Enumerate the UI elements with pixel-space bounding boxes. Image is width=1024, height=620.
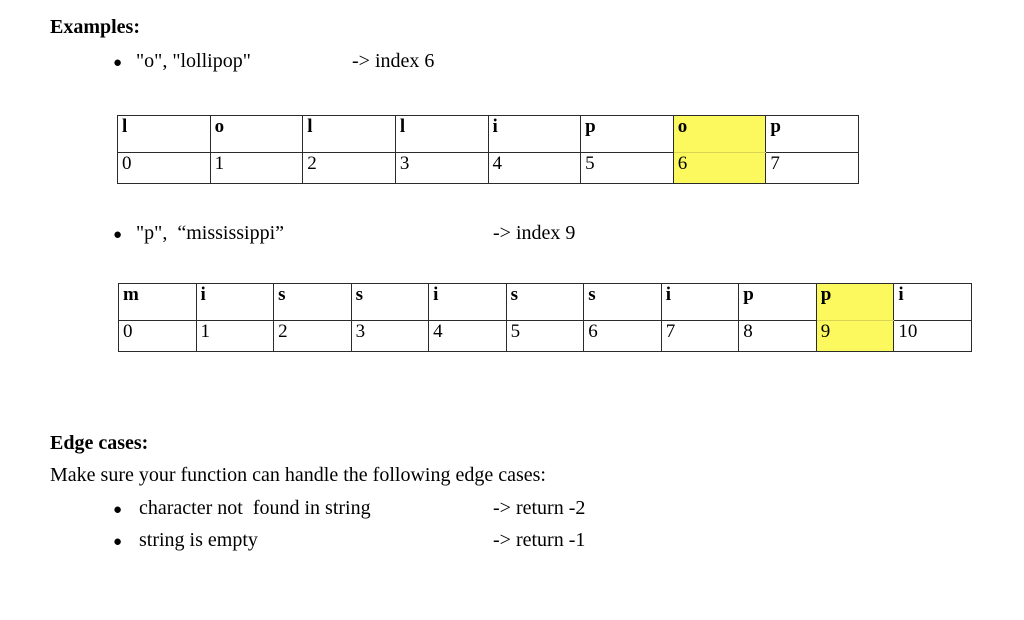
bullet-icon: ● [113,534,123,550]
cell-index-10: 10 [893,320,972,352]
example-bullet-2: ● "p", “mississippi” [113,222,284,246]
cell-letter-4: i [428,283,507,321]
cell-index-7: 7 [660,320,740,352]
cell-letter-1: o [209,115,304,153]
table-row-letters: mississippi [118,283,972,321]
cell-letter-0: l [117,115,211,153]
table-row-indices: 01234567 [117,152,859,184]
cell-letter-8: p [738,283,817,321]
cell-letter-0: m [118,283,197,321]
cell-letter-7: p [765,115,859,153]
cell-letter-4: i [487,115,582,153]
cell-letter-7: i [660,283,740,321]
cell-letter-3: l [394,115,489,153]
cell-index-1: 1 [209,152,304,184]
cell-letter-10: i [893,283,972,321]
example-2-prompt: "p", “mississippi” [136,222,284,244]
examples-heading: Examples: [50,16,140,38]
edge-case-2-result: -> return -1 [493,529,586,551]
cell-index-5: 5 [580,152,674,184]
cell-letter-5: p [580,115,674,153]
mississippi-index-table: mississippi 0 1 2 3 4 5 6 7 8 9 10 [118,283,972,352]
cell-letter-6: o [672,115,767,153]
cell-index-6: 6 [583,320,662,352]
edge-case-bullet-1: ● character not found in string [113,497,371,521]
edge-cases-intro: Make sure your function can handle the f… [50,464,546,486]
edge-case-bullet-2: ● string is empty [113,529,258,553]
cell-letter-6: s [583,283,662,321]
cell-letter-9: p [815,283,895,321]
example-2-result: -> index 9 [493,222,576,244]
cell-index-6: 6 [672,152,767,184]
cell-letter-2: l [302,115,396,153]
cell-index-4: 4 [487,152,582,184]
cell-index-2: 2 [273,320,352,352]
example-1-result: -> index 6 [352,50,435,72]
cell-letter-3: s [350,283,430,321]
cell-index-5: 5 [505,320,585,352]
cell-letter-5: s [505,283,585,321]
cell-index-4: 4 [428,320,507,352]
edge-cases-heading: Edge cases: [50,432,149,454]
edge-case-1-prompt: character not found in string [139,497,371,519]
cell-letter-2: s [273,283,352,321]
cell-index-3: 3 [394,152,489,184]
edge-case-1-result: -> return -2 [493,497,586,519]
bullet-icon: ● [113,502,123,518]
example-1-prompt: "o", "lollipop" [136,50,251,72]
cell-index-1: 1 [195,320,275,352]
cell-index-3: 3 [350,320,430,352]
cell-index-9: 9 [815,320,895,352]
cell-index-0: 0 [117,152,211,184]
bullet-icon: ● [113,55,123,71]
edge-case-2-prompt: string is empty [139,529,258,551]
cell-index-2: 2 [302,152,396,184]
cell-letter-1: i [195,283,275,321]
example-bullet-1: ● "o", "lollipop" [113,50,251,74]
cell-index-8: 8 [738,320,817,352]
cell-index-0: 0 [118,320,197,352]
lollipop-index-table: lollipop 01234567 [117,115,859,184]
bullet-icon: ● [113,227,123,243]
table-row-indices: 0 1 2 3 4 5 6 7 8 9 10 [118,320,972,352]
table-row-letters: lollipop [117,115,859,153]
cell-index-7: 7 [765,152,859,184]
